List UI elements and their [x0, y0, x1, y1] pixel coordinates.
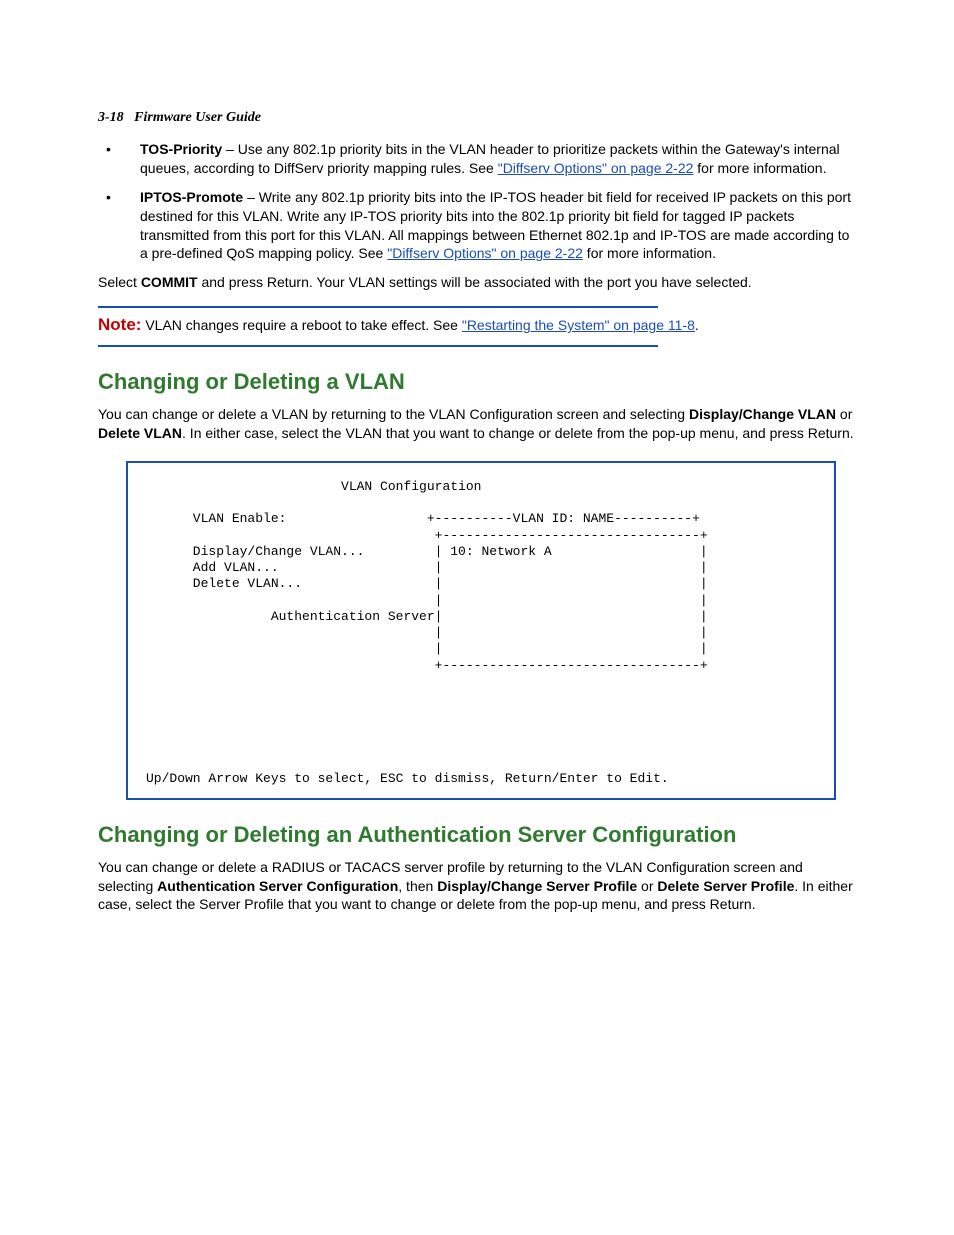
- term-delete-server-profile: Delete Server Profile: [657, 878, 794, 894]
- commit-paragraph: Select COMMIT and press Return. Your VLA…: [98, 273, 856, 292]
- term-display-change-server-profile: Display/Change Server Profile: [437, 878, 637, 894]
- heading-changing-deleting-auth-server: Changing or Deleting an Authentication S…: [98, 822, 856, 848]
- term-auth-server-config: Authentication Server Configuration: [157, 878, 398, 894]
- term-display-change-vlan: Display/Change VLAN: [689, 406, 836, 422]
- section2-paragraph: You can change or delete a RADIUS or TAC…: [98, 858, 856, 915]
- term-commit: COMMIT: [141, 274, 198, 290]
- note-content: Note: VLAN changes require a reboot to t…: [98, 308, 856, 339]
- term-tos-priority: TOS-Priority: [140, 141, 222, 157]
- term-iptos-promote: IPTOS-Promote: [140, 189, 243, 205]
- note-rule-bottom: [98, 345, 658, 347]
- page-header: 3-18 Firmware User Guide: [98, 110, 856, 126]
- section1-paragraph: You can change or delete a VLAN by retur…: [98, 405, 856, 443]
- document-page: 3-18 Firmware User Guide • TOS-Priority …: [0, 0, 954, 1235]
- link-diffserv-options-1[interactable]: "Diffserv Options" on page 2-22: [498, 160, 694, 176]
- link-restarting-system[interactable]: "Restarting the System" on page 11-8: [462, 317, 695, 333]
- bullet-marker: •: [98, 140, 140, 178]
- link-diffserv-options-2[interactable]: "Diffserv Options" on page 2-22: [387, 245, 583, 261]
- bullet-text: IPTOS-Promote – Write any 802.1p priorit…: [140, 188, 856, 264]
- note-block: Note: VLAN changes require a reboot to t…: [98, 306, 856, 347]
- bullet-tos-priority: • TOS-Priority – Use any 802.1p priority…: [98, 140, 856, 178]
- bullet-iptos-promote: • IPTOS-Promote – Write any 802.1p prior…: [98, 188, 856, 264]
- heading-changing-deleting-vlan: Changing or Deleting a VLAN: [98, 369, 856, 395]
- term-delete-vlan: Delete VLAN: [98, 425, 182, 441]
- terminal-vlan-config: VLAN Configuration VLAN Enable: +-------…: [126, 461, 836, 800]
- bullet-text: TOS-Priority – Use any 802.1p priority b…: [140, 140, 856, 178]
- guide-title: Firmware User Guide: [134, 110, 261, 125]
- note-label: Note:: [98, 315, 141, 334]
- bullet-marker: •: [98, 188, 140, 264]
- page-number: 3-18: [98, 110, 124, 125]
